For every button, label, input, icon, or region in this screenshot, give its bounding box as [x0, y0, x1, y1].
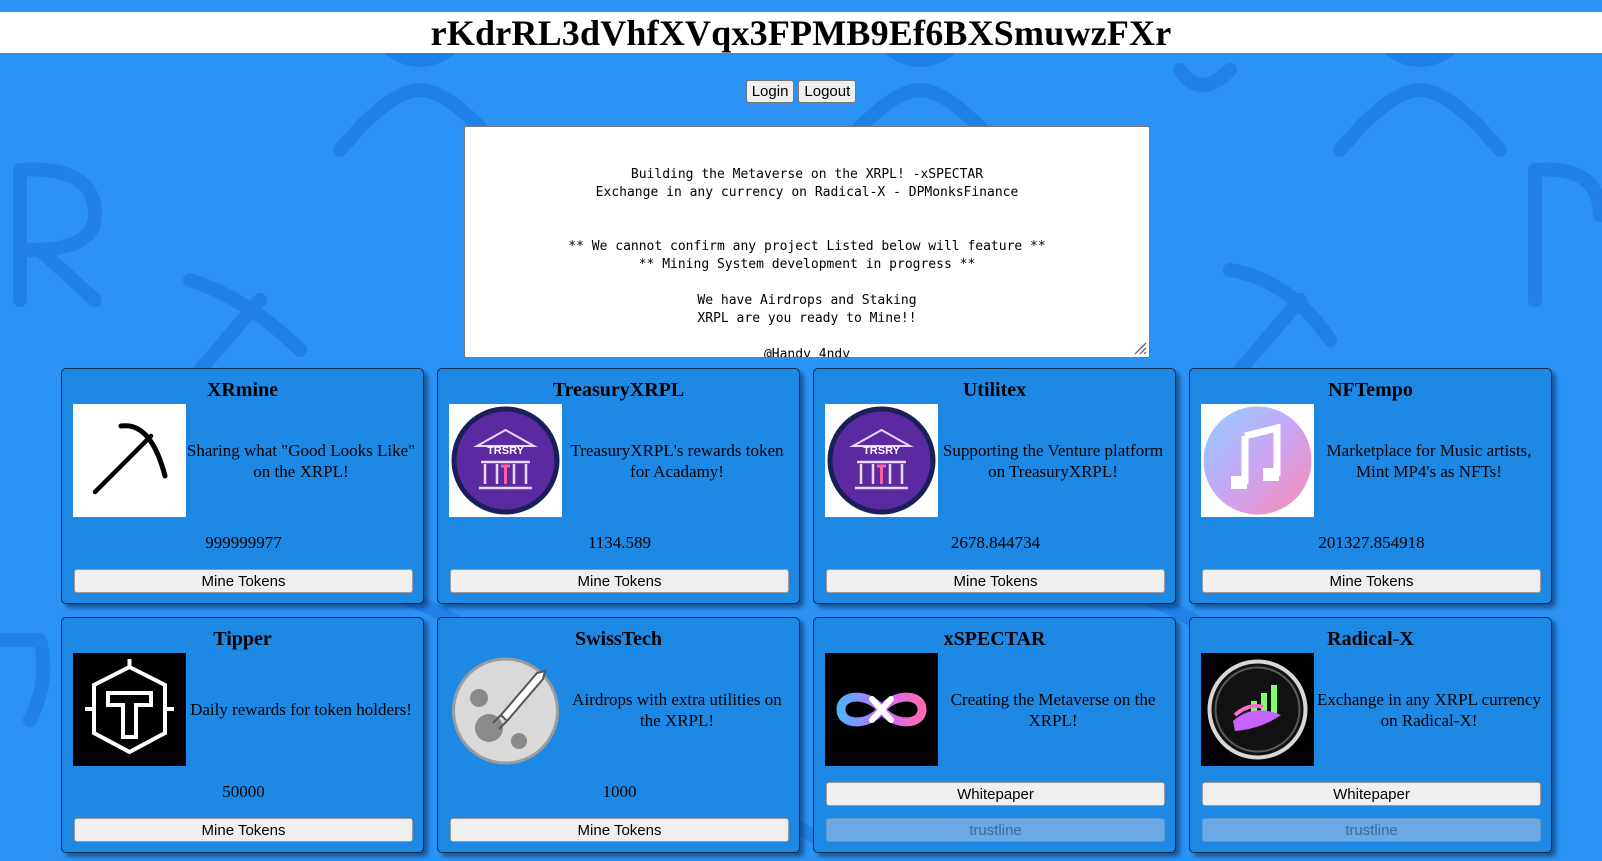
token-card-xrmine: XRmine Sharing what "Good Looks Like" on…	[61, 368, 424, 604]
token-card-xspectar: xSPECTAR Creating the Metaverse on the X…	[813, 617, 1176, 853]
card-description: Exchange in any XRPL currency on Radical…	[1316, 689, 1542, 730]
card-amount: 1134.589	[587, 533, 652, 552]
announcement-textarea[interactable]: Building the Metaverse on the XRPL! -xSP…	[464, 126, 1150, 358]
card-description: Daily rewards for token holders!	[190, 700, 412, 719]
resize-grip-icon[interactable]	[1131, 339, 1147, 355]
card-title: NFTempo	[1328, 379, 1413, 401]
mine-tokens-button[interactable]: Mine Tokens	[74, 569, 413, 593]
card-title: TreasuryXRPL	[552, 379, 685, 401]
card-amount: 999999977	[205, 533, 282, 552]
mine-tokens-button[interactable]: Mine Tokens	[450, 818, 789, 842]
card-title: SwissTech	[574, 628, 663, 650]
wallet-address-title: rKdrRL3dVhfXVqx3FPMB9Ef6BXSmuwzFXr	[430, 12, 1172, 53]
card-title: Radical-X	[1327, 628, 1414, 650]
card-description: TreasuryXRPL's rewards token for Acadamy…	[570, 440, 784, 481]
token-card-treasuryxrpl: TreasuryXRPL TRSRY TreasuryXRPL's reward…	[437, 368, 800, 604]
card-amount: 1000	[602, 782, 637, 801]
card-description: Supporting the Venture platform on Treas…	[942, 440, 1164, 481]
radical-x-logo	[1201, 653, 1314, 766]
card-title: Utilitex	[962, 379, 1027, 401]
token-card-tipper: Tipper Daily rewards for token holders! …	[61, 617, 424, 853]
rocket-moon-logo	[449, 653, 562, 766]
token-card-swisstech: SwissTech Airdrops with extra utilities …	[437, 617, 800, 853]
pickaxe-icon	[73, 404, 186, 517]
card-description: Sharing what "Good Looks Like" on the XR…	[186, 440, 416, 481]
card-description: Marketplace for Music artists, Mint MP4'…	[1326, 440, 1532, 481]
mine-tokens-button[interactable]: Mine Tokens	[826, 569, 1165, 593]
mine-tokens-button[interactable]: Mine Tokens	[450, 569, 789, 593]
logout-button[interactable]: Logout	[798, 80, 857, 103]
token-card-nftempo: NFTempo Marketplace for Music artists, M…	[1189, 368, 1552, 604]
announcement-text: Building the Metaverse on the XRPL! -xSP…	[568, 167, 1046, 358]
trustline-button[interactable]: trustline	[1202, 818, 1541, 842]
card-amount: 2678.844734	[950, 533, 1041, 552]
token-card-utilitex: Utilitex TRSRY Supporting the Venture pl…	[813, 368, 1176, 604]
card-description: Creating the Metaverse on the XRPL!	[950, 689, 1156, 730]
whitepaper-button[interactable]: Whitepaper	[826, 782, 1165, 806]
auth-controls: Login Logout	[0, 80, 1602, 103]
svg-text:TRSRY: TRSRY	[487, 445, 525, 457]
card-description: Airdrops with extra utilities on the XRP…	[572, 689, 782, 730]
whitepaper-button[interactable]: Whitepaper	[1202, 782, 1541, 806]
mine-tokens-button[interactable]: Mine Tokens	[74, 818, 413, 842]
card-amount: 50000	[222, 782, 265, 801]
svg-text:TRSRY: TRSRY	[863, 445, 901, 457]
card-title: Tipper	[213, 628, 272, 650]
card-amount: 201327.854918	[1318, 533, 1425, 552]
card-title: xSPECTAR	[943, 628, 1046, 650]
header-bar: rKdrRL3dVhfXVqx3FPMB9Ef6BXSmuwzFXr	[0, 12, 1602, 53]
treasury-logo: TRSRY	[449, 404, 562, 517]
infinity-x-logo	[825, 653, 938, 766]
card-title: XRmine	[206, 379, 279, 401]
treasury-logo: TRSRY	[825, 404, 938, 517]
trustline-button[interactable]: trustline	[826, 818, 1165, 842]
token-card-radical-x: Radical-X Exchange in any XRPL currency …	[1189, 617, 1552, 853]
login-button[interactable]: Login	[745, 80, 795, 103]
tipper-logo	[73, 653, 186, 766]
mine-tokens-button[interactable]: Mine Tokens	[1202, 569, 1541, 593]
music-note-icon	[1201, 404, 1314, 517]
